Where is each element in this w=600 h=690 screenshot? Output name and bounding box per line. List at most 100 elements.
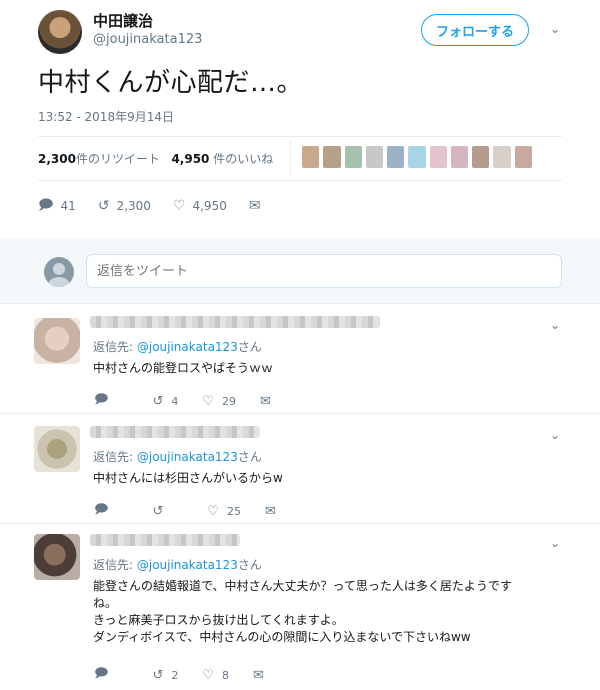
avatar[interactable] <box>34 318 80 364</box>
retweet-button[interactable]: ↺ 2 <box>152 668 178 683</box>
follow-button[interactable]: フォローする <box>421 14 529 46</box>
author-name[interactable]: 中田譲治 <box>93 10 153 31</box>
likes-label[interactable]: 件のいいね <box>209 152 273 166</box>
reply-text: 中村さんの能登ロスやばそうｗｗ <box>93 360 563 377</box>
likes-count[interactable]: 4,950 <box>171 152 209 166</box>
tweet-text: 中村くんが心配だ…。 <box>38 68 304 98</box>
dm-button[interactable]: ✉ <box>253 668 272 683</box>
heart-icon: ♡ <box>207 503 219 519</box>
author-avatar[interactable] <box>38 10 82 54</box>
liker-avatar[interactable] <box>450 146 469 168</box>
retweet-icon: ↺ <box>152 667 164 683</box>
reply-text: 中村さんには杉田さんがいるからw <box>93 470 563 487</box>
chevron-down-icon[interactable]: ⌄ <box>550 318 560 332</box>
author-handle[interactable]: @joujinakata123 <box>93 32 202 47</box>
reply-button[interactable]: 🗩 41 <box>38 194 76 218</box>
reply-to-handle[interactable]: @joujinakata123 <box>137 558 238 572</box>
reply-line: ダンディボイスで、中村さんの心の隙間に入り込まないで下さいねww <box>93 630 471 644</box>
reply-button[interactable]: 🗩 <box>94 664 128 686</box>
reply-actions: 🗩 ↺ 4 ♡ 29 ✉ <box>94 390 303 412</box>
reply-button[interactable]: 🗩 <box>94 500 128 522</box>
liker-avatar[interactable] <box>323 146 341 168</box>
envelope-icon: ✉ <box>253 667 264 683</box>
reply-to: 返信先: @joujinakata123さん <box>93 556 262 573</box>
reply-text: 能登さんの結婚報道で、中村さん大丈夫か？って思った人は多く居たようです ね。 き… <box>93 578 563 646</box>
retweet-button[interactable]: ↺ 2,300 <box>98 198 151 214</box>
dm-button[interactable]: ✉ <box>265 504 284 519</box>
divider <box>38 136 562 137</box>
reply-actions: 🗩 ↺ ♡ 25 ✉ <box>94 500 308 522</box>
liker-avatar[interactable] <box>302 146 320 168</box>
reply-to-label: 返信先: <box>93 450 137 464</box>
liker-avatar[interactable] <box>429 146 447 168</box>
reply-author-name[interactable] <box>90 316 380 328</box>
chevron-down-icon[interactable]: ⌄ <box>550 536 560 550</box>
reply-line: 中村さんの能登ロスやばそうｗｗ <box>93 361 274 375</box>
reply-to-label: 返信先: <box>93 340 137 354</box>
avatar[interactable] <box>34 534 80 580</box>
liker-avatar[interactable] <box>514 146 532 168</box>
reply-line: ね。 <box>93 596 118 610</box>
retweet-button[interactable]: ↺ 4 <box>152 394 178 409</box>
reply-button[interactable]: 🗩 <box>94 390 128 412</box>
reply-tweet[interactable]: ⌄ 返信先: @joujinakata123さん 中村さんには杉田さんがいるから… <box>0 414 600 524</box>
user-avatar <box>44 257 74 287</box>
reply-line: きっと麻美子ロスから抜け出してくれますよ。 <box>93 613 344 627</box>
tweet-actions: 🗩 41 ↺ 2,300 ♡ 4,950 ✉ <box>38 194 290 218</box>
reply-author-name[interactable] <box>90 426 260 438</box>
reply-composer <box>0 238 600 304</box>
retweet-icon: ↺ <box>152 503 164 519</box>
chevron-down-icon[interactable]: ⌄ <box>550 22 560 36</box>
like-count: 25 <box>227 504 241 518</box>
retweet-icon: ↺ <box>152 393 164 409</box>
heart-icon: ♡ <box>202 667 214 683</box>
liker-avatar[interactable] <box>387 146 405 168</box>
dm-button[interactable]: ✉ <box>260 394 279 409</box>
chevron-down-icon[interactable]: ⌄ <box>550 428 560 442</box>
like-button[interactable]: ♡ 25 <box>207 504 241 519</box>
tweet-timestamp[interactable]: 13:52 - 2018年9月14日 <box>38 108 174 125</box>
retweet-button[interactable]: ↺ <box>152 504 183 519</box>
reply-line: 中村さんには杉田さんがいるからw <box>93 471 283 485</box>
reply-input[interactable] <box>86 254 562 288</box>
liker-avatar[interactable] <box>472 146 490 168</box>
liker-avatar[interactable] <box>408 146 426 168</box>
retweet-count: 2 <box>171 668 179 682</box>
liker-avatars <box>302 146 532 170</box>
like-button[interactable]: ♡ 4,950 <box>173 198 227 214</box>
like-button[interactable]: ♡ 8 <box>202 668 229 683</box>
envelope-icon: ✉ <box>260 393 271 409</box>
reply-to-handle[interactable]: @joujinakata123 <box>137 340 238 354</box>
like-button[interactable]: ♡ 29 <box>202 394 236 409</box>
reply-tweet[interactable]: ⌄ 返信先: @joujinakata123さん 中村さんの能登ロスやばそうｗｗ… <box>0 304 600 414</box>
like-count: 4,950 <box>192 199 227 213</box>
reply-line: 能登さんの結婚報道で、中村さん大丈夫か？って思った人は多く居たようです <box>93 579 512 593</box>
reply-to-suffix: さん <box>237 450 262 464</box>
reply-count: 41 <box>60 199 76 213</box>
reply-to: 返信先: @joujinakata123さん <box>93 338 262 355</box>
retweet-count: 4 <box>171 394 179 408</box>
heart-icon: ♡ <box>202 393 214 409</box>
reply-icon: 🗩 <box>94 502 109 517</box>
retweets-count[interactable]: 2,300 <box>38 152 76 166</box>
reply-icon: 🗩 <box>94 666 109 681</box>
tweet-stats: 2,300件のリツイート 4,950 件のいいね <box>38 150 273 167</box>
avatar[interactable] <box>34 426 80 472</box>
divider <box>38 180 562 181</box>
reply-tweet[interactable]: ⌄ 返信先: @joujinakata123さん 能登さんの結婚報道で、中村さん… <box>0 524 600 690</box>
liker-avatar[interactable] <box>344 146 362 168</box>
liker-avatar[interactable] <box>493 146 511 168</box>
retweets-label[interactable]: 件のリツイート <box>76 152 160 166</box>
reply-to-label: 返信先: <box>93 558 137 572</box>
reply-actions: 🗩 ↺ 2 ♡ 8 ✉ <box>94 664 296 686</box>
reply-author-name[interactable] <box>90 534 240 546</box>
retweet-count: 2,300 <box>116 199 151 213</box>
reply-to-handle[interactable]: @joujinakata123 <box>137 450 238 464</box>
reply-to: 返信先: @joujinakata123さん <box>93 448 262 465</box>
stats-separator <box>290 140 291 176</box>
reply-icon: 🗩 <box>38 197 54 213</box>
dm-button[interactable]: ✉ <box>249 198 268 214</box>
liker-avatar[interactable] <box>365 146 384 168</box>
reply-icon: 🗩 <box>94 392 109 407</box>
envelope-icon: ✉ <box>248 198 261 214</box>
